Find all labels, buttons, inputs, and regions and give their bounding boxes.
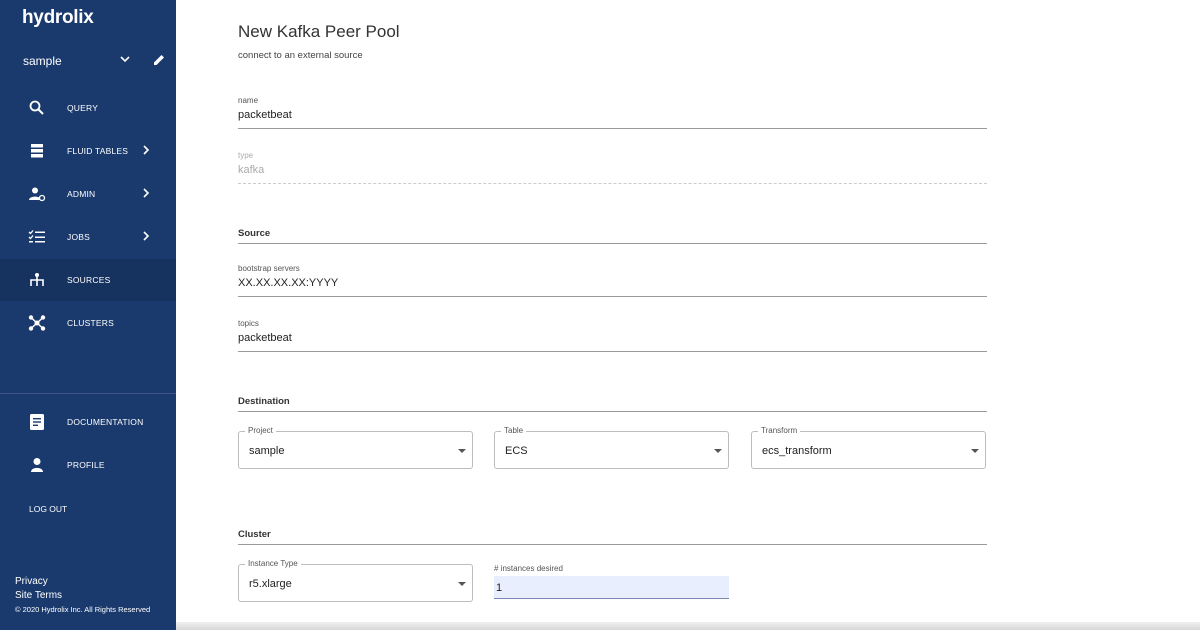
name-input[interactable]: packetbeat (238, 109, 987, 129)
clusters-icon (28, 315, 46, 331)
site-terms-link[interactable]: Site Terms (15, 590, 62, 601)
type-field: type kafka (238, 151, 987, 184)
instances-label: # instances desired (494, 564, 563, 573)
instance-type-label: Instance Type (245, 559, 301, 568)
nav-item-jobs[interactable]: JOBS (0, 216, 176, 258)
nav-label-sources: SOURCES (67, 275, 111, 285)
nav-label-profile: PROFILE (67, 460, 105, 470)
project-name: sample (23, 54, 62, 68)
sidebar: hydrolix sample QUERY FLUID TABLES ADMIN… (0, 0, 176, 630)
name-label: name (238, 96, 259, 105)
instances-field[interactable]: # instances desired 1 (494, 564, 729, 599)
name-field[interactable]: name packetbeat (238, 96, 987, 129)
nav-label-fluid-tables: FLUID TABLES (67, 146, 129, 156)
transform-select-value: ecs_transform (762, 445, 832, 457)
search-icon (29, 100, 44, 115)
table-select-label: Table (501, 426, 527, 435)
bootstrap-servers-field[interactable]: bootstrap servers XX.XX.XX.XX:YYYY (238, 264, 987, 297)
logout-link[interactable]: LOG OUT (29, 504, 67, 514)
table-select[interactable]: Table ECS (494, 426, 729, 469)
type-input: kafka (238, 164, 987, 184)
dropdown-arrow-icon (971, 449, 979, 453)
project-select-value: sample (249, 445, 285, 457)
sources-icon (30, 273, 44, 286)
bootstrap-servers-label: bootstrap servers (238, 264, 300, 273)
nav-item-clusters[interactable]: CLUSTERS (0, 302, 176, 344)
nav-item-fluid-tables[interactable]: FLUID TABLES (0, 130, 176, 172)
storage-icon (31, 144, 43, 158)
topics-field[interactable]: topics packetbeat (238, 319, 987, 352)
cluster-heading: Cluster (238, 529, 987, 545)
nav-label-jobs: JOBS (67, 232, 91, 242)
chevron-right-icon (143, 231, 150, 241)
type-label: type (238, 151, 254, 160)
nav-item-documentation[interactable]: DOCUMENTATION (0, 401, 176, 443)
checklist-icon (28, 230, 45, 243)
source-heading: Source (238, 228, 987, 244)
topics-input[interactable]: packetbeat (238, 332, 987, 352)
nav-item-profile[interactable]: PROFILE (0, 444, 176, 486)
nav-item-sources[interactable]: SOURCES (0, 259, 176, 301)
copyright-text: © 2020 Hydrolix Inc. All Rights Reserved (15, 605, 151, 614)
page-title: New Kafka Peer Pool (238, 22, 400, 41)
nav-label-query: QUERY (67, 103, 99, 113)
bootstrap-servers-input[interactable]: XX.XX.XX.XX:YYYY (238, 277, 987, 297)
person-icon (31, 458, 43, 472)
table-select-value: ECS (505, 445, 528, 457)
project-selector[interactable]: sample (23, 52, 173, 70)
dropdown-arrow-icon (458, 449, 466, 453)
nav-item-admin[interactable]: ADMIN (0, 173, 176, 215)
nav-label-clusters: CLUSTERS (67, 318, 114, 328)
nav-label-admin: ADMIN (67, 189, 96, 199)
admin-icon (29, 187, 46, 202)
topics-label: topics (238, 319, 259, 328)
project-select-label: Project (245, 426, 276, 435)
hydrolix-logo[interactable]: hydrolix (22, 7, 94, 29)
nav-label-documentation: DOCUMENTATION (67, 417, 144, 427)
dropdown-arrow-icon (458, 582, 466, 586)
instances-input[interactable]: 1 (494, 576, 729, 599)
dropdown-arrow-icon (714, 449, 722, 453)
bottom-shadow (176, 622, 1200, 630)
page-subtitle: connect to an external source (238, 50, 363, 61)
project-select[interactable]: Project sample (238, 426, 473, 469)
transform-select[interactable]: Transform ecs_transform (751, 426, 986, 469)
edit-icon[interactable] (151, 52, 167, 68)
chevron-down-icon[interactable] (118, 52, 132, 66)
chevron-right-icon (143, 188, 150, 198)
main-content: New Kafka Peer Pool connect to an extern… (176, 0, 1200, 630)
privacy-link[interactable]: Privacy (15, 576, 48, 587)
document-icon (30, 414, 44, 430)
instance-type-select[interactable]: Instance Type r5.xlarge (238, 559, 473, 602)
nav-item-query[interactable]: QUERY (0, 87, 176, 129)
transform-select-label: Transform (758, 426, 801, 435)
instance-type-value: r5.xlarge (249, 578, 292, 590)
sidebar-divider (0, 393, 176, 394)
chevron-right-icon (143, 145, 150, 155)
destination-heading: Destination (238, 396, 987, 412)
